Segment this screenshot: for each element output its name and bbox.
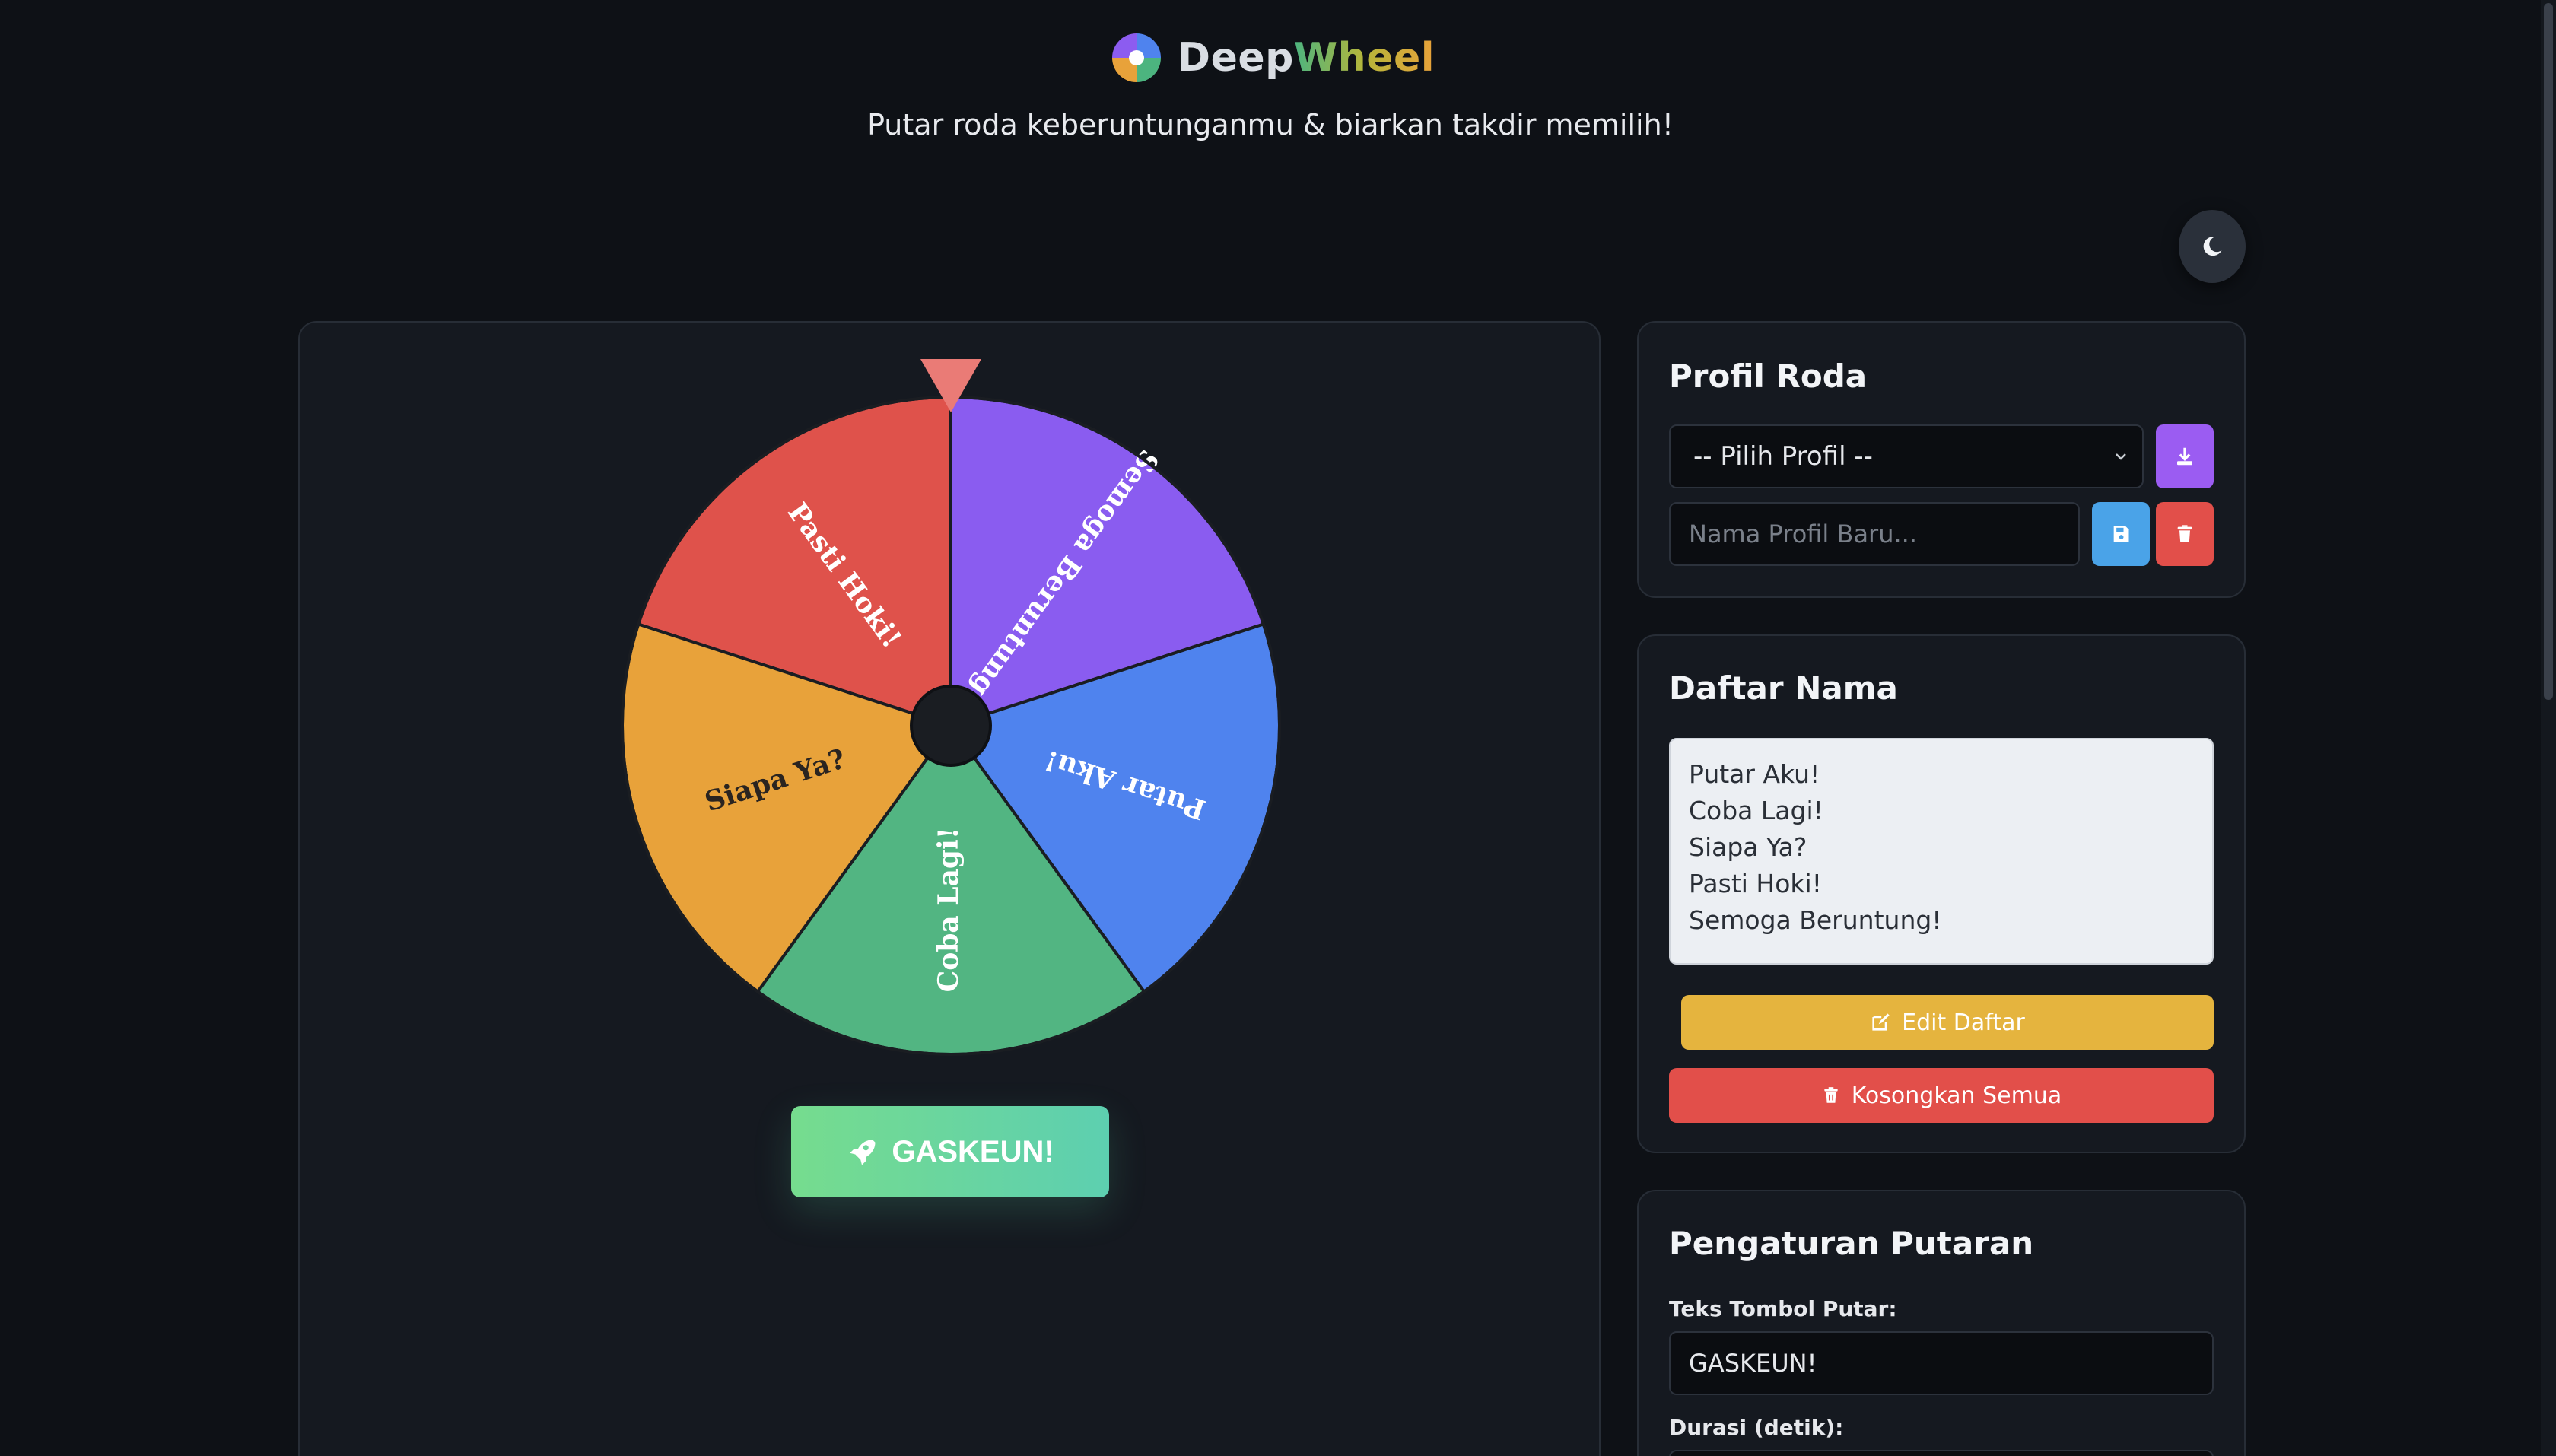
load-profile-button[interactable] — [2156, 424, 2214, 488]
brand-name-part1: Deep — [1177, 35, 1294, 81]
chevron-down-icon — [2116, 453, 2126, 460]
tagline: Putar roda keberuntunganmu & biarkan tak… — [867, 108, 1674, 141]
spin-button[interactable]: GASKEUN! — [791, 1106, 1109, 1197]
clear-all-button[interactable]: Kosongkan Semua — [1669, 1068, 2214, 1123]
profile-card-title: Profil Roda — [1669, 358, 1868, 395]
duration-label: Durasi (detik): — [1669, 1415, 1844, 1440]
moon-icon — [2203, 237, 2222, 256]
scrollbar-thumb[interactable] — [2544, 3, 2553, 700]
profile-select[interactable]: -- Pilih Profil -- — [1669, 424, 2144, 488]
scrollbar[interactable] — [2541, 0, 2556, 1456]
trash-icon — [2177, 525, 2192, 542]
wheel[interactable]: Pasti Hoki! Semoga Beruntung!Putar Aku!Co… — [300, 323, 1602, 1083]
names-textarea[interactable]: Putar Aku! Coba Lagi! Siapa Ya? Pasti Ho… — [1669, 738, 2214, 965]
brand: DeepWheel — [0, 33, 2547, 82]
edit-icon — [1872, 1013, 1890, 1031]
save-profile-button[interactable] — [2092, 502, 2150, 566]
name-line: Putar Aku! — [1689, 759, 1820, 789]
name-line: Siapa Ya? — [1689, 832, 1807, 862]
wheel-hub — [910, 685, 992, 767]
rocket-icon — [850, 1140, 876, 1165]
brand-name: DeepWheel — [1178, 35, 1435, 81]
names-card: Daftar Nama Putar Aku! Coba Lagi! Siapa … — [1637, 634, 2246, 1153]
clear-all-label: Kosongkan Semua — [1851, 1082, 2062, 1109]
profile-select-value: -- Pilih Profil -- — [1693, 441, 1873, 472]
name-line: Coba Lagi! — [1689, 796, 1823, 825]
theme-toggle-button[interactable] — [2179, 210, 2246, 283]
new-profile-input[interactable] — [1669, 502, 2080, 566]
spin-button-label: GASKEUN! — [892, 1134, 1054, 1168]
name-line: Semoga Beruntung! — [1689, 905, 1942, 935]
delete-profile-button[interactable] — [2156, 502, 2214, 566]
profile-card: Profil Roda -- Pilih Profil -- — [1637, 321, 2246, 598]
save-icon — [2113, 526, 2129, 542]
download-icon — [2177, 447, 2192, 466]
brand-name-part2: Wheel — [1293, 35, 1435, 81]
spin-settings-card: Pengaturan Putaran Teks Tombol Putar: Du… — [1637, 1190, 2246, 1456]
spin-settings-title: Pengaturan Putaran — [1669, 1225, 2034, 1262]
names-card-title: Daftar Nama — [1669, 669, 1898, 707]
wheel-logo-icon — [1111, 33, 1161, 82]
wheel-panel: Pasti Hoki! Semoga Beruntung! Putar Aku! Co… — [298, 321, 1601, 1456]
edit-list-button[interactable]: Edit Daftar — [1681, 995, 2214, 1050]
spin-button-text-label: Teks Tombol Putar: — [1669, 1296, 1897, 1321]
edit-list-label: Edit Daftar — [1902, 1009, 2025, 1036]
name-line: Pasti Hoki! — [1689, 869, 1822, 898]
wheel-segment-label: Coba Lagi! — [933, 827, 965, 992]
spin-button-text-input[interactable] — [1669, 1331, 2214, 1395]
duration-input[interactable] — [1669, 1450, 2214, 1456]
trash-icon — [1824, 1087, 1838, 1103]
